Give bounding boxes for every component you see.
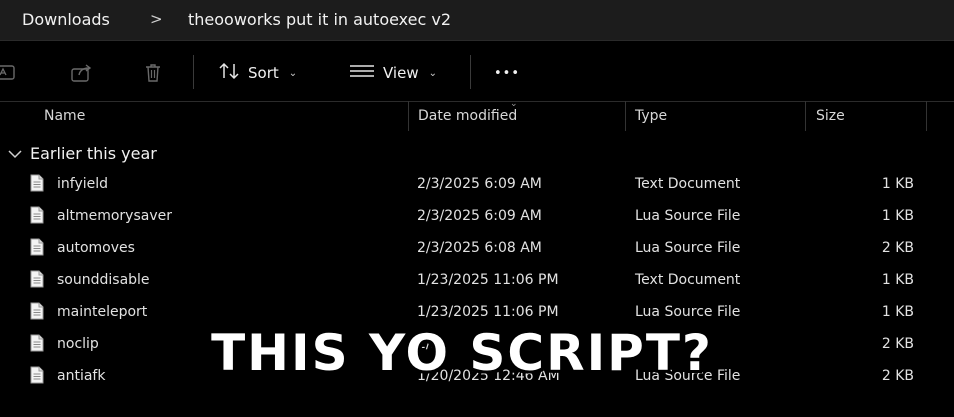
text-file-icon — [30, 366, 44, 384]
column-divider[interactable] — [408, 101, 409, 131]
file-size: 1 KB — [881, 176, 914, 192]
file-name: sounddisable — [57, 272, 150, 288]
meme-caption: THIS YO SCRIPT? — [211, 324, 713, 382]
file-size: 1 KB — [881, 272, 914, 288]
file-date-modified: 2/3/2025 6:09 AM — [417, 208, 542, 224]
file-date-modified: 1/23/2025 11:06 PM — [417, 272, 559, 288]
chevron-down-icon: ⌄ — [428, 67, 437, 79]
breadcrumb-separator-icon[interactable]: > — [150, 10, 163, 28]
column-divider[interactable] — [805, 101, 806, 131]
file-size: 1 KB — [881, 208, 914, 224]
sort-button[interactable]: Sort ⌄ — [218, 61, 297, 85]
text-file-icon — [30, 238, 44, 256]
file-name: infyield — [57, 176, 109, 192]
share-icon[interactable] — [70, 63, 94, 87]
file-row[interactable]: infyield 2/3/2025 6:09 AM Text Document 1 K… — [0, 168, 954, 200]
column-name[interactable]: Name — [44, 108, 85, 124]
file-date-modified: 2/3/2025 6:08 AM — [417, 240, 542, 256]
file-row[interactable]: sounddisable 1/23/2025 11:06 PM Text Docum… — [0, 264, 954, 296]
file-row[interactable]: altmemorysaver 2/3/2025 6:09 AM Lua Source… — [0, 200, 954, 232]
file-name: altmemorysaver — [57, 208, 172, 224]
address-bar[interactable]: Downloads > theooworks put it in autoexe… — [0, 0, 954, 41]
column-date-modified[interactable]: Date modified — [418, 108, 517, 124]
file-name: noclip — [57, 336, 99, 352]
breadcrumb-current-folder[interactable]: theooworks put it in autoexec v2 — [188, 10, 451, 29]
view-icon — [349, 64, 375, 82]
file-row[interactable]: automoves 2/3/2025 6:08 AM Lua Source File… — [0, 232, 954, 264]
sort-label: Sort — [248, 64, 279, 82]
breadcrumb-downloads[interactable]: Downloads — [22, 10, 110, 29]
column-header-row: Name ⌄ Date modified Type Size — [0, 99, 954, 131]
chevron-down-icon: ⌄ — [288, 67, 298, 79]
file-size: 2 KB — [881, 368, 914, 384]
file-type: Lua Source File — [635, 240, 741, 256]
text-file-icon — [30, 206, 44, 224]
file-date-modified: 1/23/2025 11:06 PM — [417, 304, 559, 320]
chevron-down-icon[interactable] — [8, 144, 22, 163]
command-bar: Sort ⌄ View ⌄ ••• — [0, 41, 954, 102]
rename-icon[interactable] — [0, 63, 22, 87]
column-type[interactable]: Type — [635, 108, 667, 124]
view-label: View — [383, 64, 419, 82]
file-name: mainteleport — [57, 304, 148, 320]
sort-icon — [218, 62, 240, 84]
file-date-modified: 2/3/2025 6:09 AM — [417, 176, 542, 192]
column-size[interactable]: Size — [816, 108, 845, 124]
group-label: Earlier this year — [30, 143, 157, 163]
file-name: automoves — [57, 240, 135, 256]
text-file-icon — [30, 334, 44, 352]
text-file-icon — [30, 302, 44, 320]
toolbar-divider — [193, 55, 194, 89]
more-options-button[interactable]: ••• — [494, 61, 520, 85]
file-size: 2 KB — [881, 240, 914, 256]
column-divider[interactable] — [625, 101, 626, 131]
file-size: 1 KB — [881, 304, 914, 320]
text-file-icon — [30, 270, 44, 288]
view-button[interactable]: View ⌄ — [349, 61, 437, 85]
more-icon: ••• — [494, 65, 521, 81]
file-name: antiafk — [57, 368, 106, 384]
file-type: Lua Source File — [635, 208, 741, 224]
column-divider[interactable] — [926, 101, 927, 131]
group-header[interactable]: Earlier this year — [8, 142, 157, 164]
file-type: Text Document — [635, 272, 741, 288]
file-type: Text Document — [635, 176, 741, 192]
text-file-icon — [30, 174, 44, 192]
delete-icon[interactable] — [143, 63, 163, 87]
file-size: 2 KB — [881, 336, 914, 352]
toolbar-divider — [470, 55, 471, 89]
file-type: Lua Source File — [635, 304, 741, 320]
